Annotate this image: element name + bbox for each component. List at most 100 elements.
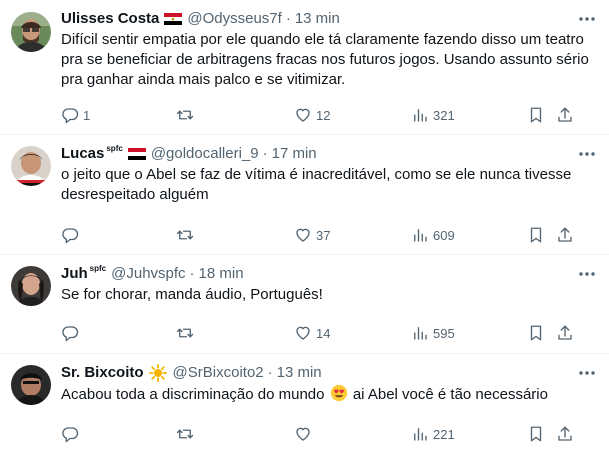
separator-dot: · xyxy=(267,364,273,381)
bookmark-button[interactable] xyxy=(527,105,545,125)
like-icon xyxy=(294,425,312,443)
tweet[interactable]: Juh spfc @Juhvspfc · 18 min Se for chora… xyxy=(0,255,609,354)
views-icon xyxy=(411,106,429,124)
flag-icon xyxy=(127,148,146,160)
user-handle[interactable]: @Juhvspfc xyxy=(111,264,185,284)
display-name[interactable]: Ulisses Costa xyxy=(61,9,159,29)
tweet-text-part: Acabou toda a discriminação do mundo xyxy=(61,386,325,403)
like-icon xyxy=(294,324,312,342)
views-icon xyxy=(411,425,429,443)
user-handle[interactable]: @goldocalleri_9 xyxy=(151,144,259,164)
avatar[interactable] xyxy=(11,146,51,186)
reply-button[interactable]: 1 xyxy=(61,105,90,125)
views-button[interactable]: 321 xyxy=(411,105,455,125)
views-icon xyxy=(411,324,429,342)
separator-dot: · xyxy=(285,10,291,27)
action-bar: 14 595 xyxy=(61,323,609,343)
retweet-button[interactable] xyxy=(176,323,198,343)
view-count: 321 xyxy=(433,107,455,123)
bookmark-button[interactable] xyxy=(527,323,545,343)
reply-button[interactable] xyxy=(61,424,83,444)
sun-emoji xyxy=(148,364,167,382)
flag-icon xyxy=(164,13,183,25)
user-handle[interactable]: @Odysseus7f xyxy=(187,9,281,29)
like-icon xyxy=(294,106,312,124)
like-button[interactable]: 37 xyxy=(294,225,330,245)
retweet-icon xyxy=(176,226,194,244)
like-button[interactable]: 12 xyxy=(294,105,330,125)
share-icon xyxy=(556,425,574,443)
views-button[interactable]: 609 xyxy=(411,225,455,245)
reply-count: 1 xyxy=(83,107,91,123)
tweet-header: Lucas spfc @goldocalleri_9 · 17 min xyxy=(61,144,599,164)
view-count: 609 xyxy=(433,227,455,243)
separator-dot: · xyxy=(262,145,268,162)
bookmark-icon xyxy=(527,324,545,342)
share-button[interactable] xyxy=(556,225,574,245)
share-icon xyxy=(556,226,574,244)
like-button[interactable] xyxy=(294,424,316,444)
tweet-text: o jeito que o Abel se faz de vítima é in… xyxy=(61,166,572,203)
like-count: 12 xyxy=(316,107,331,123)
user-handle[interactable]: @SrBixcoito2 xyxy=(173,363,264,383)
like-count: 37 xyxy=(316,227,331,243)
avatar[interactable] xyxy=(11,12,51,52)
retweet-button[interactable] xyxy=(176,225,198,245)
display-name[interactable]: Juh xyxy=(61,264,88,284)
display-name[interactable]: Sr. Bixcoito xyxy=(61,363,144,383)
tweet[interactable]: Ulisses Costa @Odysseus7f · 13 min Difíc… xyxy=(0,0,609,135)
more-icon[interactable] xyxy=(577,144,597,164)
bookmark-icon xyxy=(527,106,545,124)
tweet[interactable]: Sr. Bixcoito @SrBixcoito2 · 13 min Acabo… xyxy=(0,354,609,455)
reply-icon xyxy=(61,106,79,124)
retweet-icon xyxy=(176,425,194,443)
heart-eyes-emoji xyxy=(330,384,347,402)
reply-icon xyxy=(61,425,79,443)
separator-dot: · xyxy=(189,265,195,282)
timestamp[interactable]: 17 min xyxy=(272,144,317,164)
reply-button[interactable] xyxy=(61,323,83,343)
retweet-button[interactable] xyxy=(176,424,198,444)
like-button[interactable]: 14 xyxy=(294,323,330,343)
avatar[interactable] xyxy=(11,365,51,405)
reply-button[interactable] xyxy=(61,225,83,245)
reply-icon xyxy=(61,324,79,342)
avatar[interactable] xyxy=(11,266,51,306)
more-icon[interactable] xyxy=(577,264,597,284)
share-button[interactable] xyxy=(556,105,574,125)
view-count: 221 xyxy=(433,426,455,442)
view-count: 595 xyxy=(433,325,455,341)
timestamp[interactable]: 18 min xyxy=(199,264,244,284)
timestamp[interactable]: 13 min xyxy=(295,9,340,29)
share-icon xyxy=(556,324,574,342)
tweet-text: Difícil sentir empatia por ele quando el… xyxy=(61,31,589,88)
share-icon xyxy=(556,106,574,124)
display-name[interactable]: Lucas xyxy=(61,144,104,164)
views-button[interactable]: 221 xyxy=(411,424,455,444)
more-icon[interactable] xyxy=(577,9,597,29)
bookmark-button[interactable] xyxy=(527,424,545,444)
retweet-icon xyxy=(176,106,194,124)
team-badge: spfc xyxy=(89,264,107,273)
tweet[interactable]: Lucas spfc @goldocalleri_9 · 17 min o je… xyxy=(0,135,609,255)
tweet-text: Acabou toda a discriminação do mundo ai … xyxy=(61,384,599,405)
team-badge: spfc xyxy=(106,144,123,153)
action-bar: 1 12 321 xyxy=(61,105,609,125)
timestamp[interactable]: 13 min xyxy=(277,363,322,383)
views-icon xyxy=(411,226,429,244)
action-bar: 37 609 xyxy=(61,225,609,245)
more-icon[interactable] xyxy=(577,363,597,383)
reply-icon xyxy=(61,226,79,244)
bookmark-button[interactable] xyxy=(527,225,545,245)
tweet-text: Se for chorar, manda áudio, Português! xyxy=(61,286,323,303)
tweet-header: Ulisses Costa @Odysseus7f · 13 min xyxy=(61,9,599,29)
like-count: 14 xyxy=(316,325,331,341)
retweet-icon xyxy=(176,324,194,342)
share-button[interactable] xyxy=(556,424,574,444)
views-button[interactable]: 595 xyxy=(411,323,455,343)
share-button[interactable] xyxy=(556,323,574,343)
like-icon xyxy=(294,226,312,244)
tweet-header: Sr. Bixcoito @SrBixcoito2 · 13 min xyxy=(61,363,599,383)
retweet-button[interactable] xyxy=(176,105,198,125)
bookmark-icon xyxy=(527,226,545,244)
